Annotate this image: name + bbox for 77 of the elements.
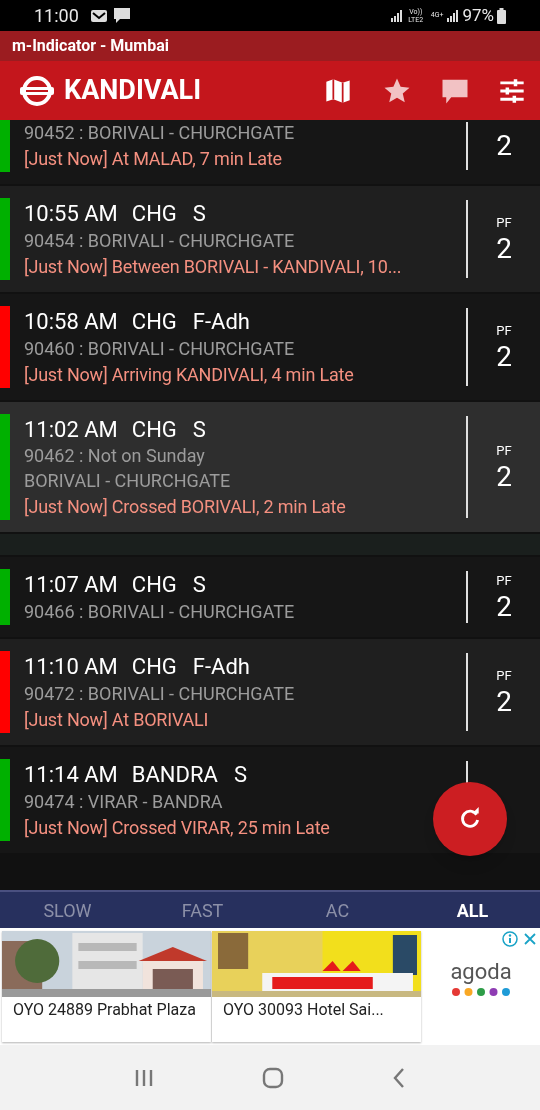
filter-tab[interactable]: FAST (135, 892, 270, 928)
filter-tab[interactable]: ALL (405, 892, 540, 928)
departure-time: 11:02 AM (24, 415, 118, 444)
info-icon[interactable] (502, 931, 518, 947)
train-route: 90474 : VIRAR - BANDRA (24, 790, 224, 814)
train-type: S (233, 760, 247, 789)
train-route: 90466 : BORIVALI - CHURCHGATE (24, 600, 296, 624)
train-route: BORIVALI - CHURCHGATE (24, 469, 232, 493)
destination-code: CHG (131, 199, 177, 228)
train-row[interactable]: 11:10 AM CHG F-Adh 90472 : BORIVALI - CHURCHGATE [Just Now] At BORIVALI PF 2 (0, 639, 540, 745)
app-title: m-Indicator - Mumbai (12, 35, 169, 57)
train-type: S (192, 199, 206, 228)
platform-number: 2 (496, 590, 512, 623)
train-row[interactable]: 11:07 AM CHG S 90466 : BORIVALI - CHURCHGATE PF 2 (0, 557, 540, 637)
live-status: [Just Now] Crossed BORIVALI, 2 min Late (24, 495, 347, 519)
home-icon[interactable] (262, 1066, 284, 1089)
train-row[interactable]: 10:55 AM CHG S 90454 : BORIVALI - CHURCHGATE [Just Now] Between BORIVALI - KANDIVALI, 10... PF 2 (0, 186, 540, 292)
recent-apps-icon[interactable] (134, 1067, 154, 1088)
hotel-name: OYO 24889 Prabhat Plaza (12, 999, 197, 1020)
platform-number: 2 (496, 232, 512, 265)
railway-logo-icon (20, 75, 54, 106)
destination-code: CHG (131, 307, 177, 336)
destination-code: CHG (131, 570, 177, 599)
train-route: 90454 : BORIVALI - CHURCHGATE (24, 229, 296, 253)
destination-code: CHG (131, 652, 177, 681)
train-row[interactable]: 11:02 AM CHG S 90462 : Not on Sunday BORIVALI - CHURCHGATE [Just Now] Crossed BORIVALI, 2 min Late PF 2 (0, 402, 540, 532)
hotel-name: OYO 30093 Hotel Sai... (222, 999, 385, 1020)
departure-time: 11:10 AM (24, 652, 118, 681)
battery-percent: 97% (462, 3, 494, 27)
platform-label: PF (496, 442, 512, 461)
train-row[interactable]: 11:14 AM BANDRA S 90474 : VIRAR - BANDRA [Just Now] Crossed VIRAR, 25 min Late (0, 747, 540, 853)
hotel-ad-card[interactable]: OYO 24889 Prabhat Plaza (2, 931, 211, 1042)
mail-icon (90, 9, 107, 22)
platform-number: 2 (496, 460, 512, 493)
departure-time: 10:58 AM (24, 307, 118, 336)
train-type: F-Adh (192, 652, 250, 681)
message-icon (113, 7, 130, 24)
back-icon[interactable] (392, 1066, 406, 1089)
close-icon[interactable] (522, 931, 538, 947)
destination-code: CHG (131, 415, 177, 444)
train-type: F-Adh (192, 307, 250, 336)
platform-number: 2 (496, 685, 512, 718)
train-type: S (192, 415, 206, 444)
brand-logo: agoda (450, 961, 512, 983)
filter-icon[interactable] (498, 76, 526, 105)
live-status: [Just Now] Arriving KANDIVALI, 4 min Late (24, 363, 355, 387)
platform-label: PF (496, 572, 512, 591)
destination-code: BANDRA (131, 760, 218, 789)
platform-number: 2 (496, 340, 512, 373)
train-route: 90452 : BORIVALI - CHURCHGATE (24, 121, 296, 145)
platform-number: 2 (496, 130, 512, 162)
battery-icon (497, 7, 506, 24)
station-name: KANDIVALI (64, 73, 202, 109)
train-type: S (192, 570, 206, 599)
clock: 11:00 (34, 4, 79, 28)
live-status: [Just Now] Crossed VIRAR, 25 min Late (24, 816, 331, 840)
train-note: 90462 : Not on Sunday (24, 444, 206, 468)
departure-time: 11:14 AM (24, 760, 118, 789)
train-row[interactable]: 10:58 AM CHG F-Adh 90460 : BORIVALI - CHURCHGATE [Just Now] Arriving KANDIVALI, 4 min Late PF 2 (0, 294, 540, 400)
departure-time: 11:07 AM (24, 570, 118, 599)
platform-label: PF (496, 214, 512, 233)
platform-label: PF (496, 667, 512, 686)
platform-label: PF (496, 322, 512, 341)
signal-icon (390, 9, 403, 22)
live-status: [Just Now] At BORIVALI (24, 708, 210, 732)
train-route: 90460 : BORIVALI - CHURCHGATE (24, 337, 296, 361)
live-status: [Just Now] At MALAD, 7 min Late (24, 147, 283, 171)
live-status: [Just Now] Between BORIVALI - KANDIVALI, 10... (24, 255, 403, 279)
filter-tab[interactable]: SLOW (0, 892, 135, 928)
hotel-ad-card[interactable]: OYO 30093 Hotel Sai... (212, 931, 421, 1042)
dots-icon (451, 987, 511, 997)
train-route: 90472 : BORIVALI - CHURCHGATE (24, 682, 296, 706)
signal-icon (447, 9, 460, 22)
departure-time: 10:55 AM (24, 199, 118, 228)
train-row[interactable]: 90452 : BORIVALI - CHURCHGATE [Just Now] At MALAD, 7 min Late 2 (0, 120, 540, 184)
map-icon[interactable] (324, 76, 352, 105)
filter-tab[interactable]: AC (270, 892, 405, 928)
